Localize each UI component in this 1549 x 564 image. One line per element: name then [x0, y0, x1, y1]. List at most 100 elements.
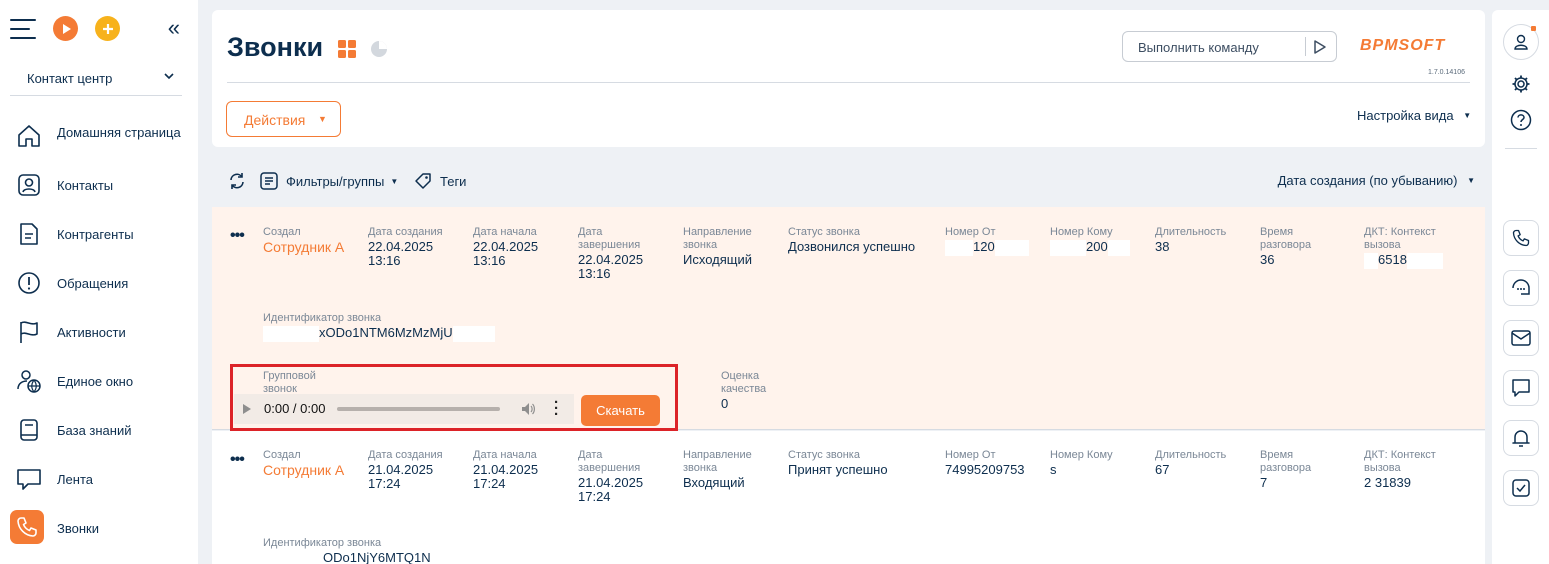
field-dkt: ДКТ: Контекст вызова 6518	[1364, 226, 1454, 269]
sidebar-item-label: Контакты	[57, 178, 114, 193]
sidebar-item-label: Единое окно	[57, 374, 134, 389]
more-options-icon[interactable]: •••	[230, 227, 245, 245]
command-separator	[1305, 37, 1306, 56]
redacted	[945, 240, 973, 256]
field-value: 13:16	[368, 253, 401, 268]
collapse-icon[interactable]: «	[168, 16, 180, 40]
field-label: Статус звонка	[788, 449, 860, 461]
field-value: 74995209753	[945, 462, 1025, 477]
phone-panel-button[interactable]	[1503, 220, 1539, 256]
field-label: ДКТ: Контекст вызова	[1364, 226, 1436, 251]
sort-button[interactable]: Дата создания (по убыванию) ▼	[1278, 173, 1475, 188]
sidebar-item-contacts[interactable]: Контакты	[10, 162, 190, 211]
field-label: Дата создания	[368, 226, 443, 238]
field-dkt: ДКТ: Контекст вызова 2 31839	[1364, 449, 1454, 490]
notifications-panel-button[interactable]	[1503, 420, 1539, 456]
field-value: 21.04.2025	[473, 462, 539, 477]
sidebar-item-home[interactable]: Домашняя страница	[10, 113, 190, 162]
volume-icon[interactable]	[520, 401, 536, 417]
version: 1.7.0.14106	[1428, 69, 1465, 76]
headset-chat-icon	[1512, 279, 1530, 295]
sidebar-item-accounts[interactable]: Контрагенты	[10, 211, 190, 260]
add-icon[interactable]	[95, 16, 120, 41]
field-label: Направление звонка	[683, 449, 752, 474]
field-quality: Оценка качества 0	[721, 370, 791, 411]
logo: BPMSOFT	[1360, 37, 1446, 54]
field-value: 17:24	[473, 476, 506, 491]
table-row[interactable]: ••• Создал Сотрудник А Дата создания 21.…	[212, 431, 1485, 564]
page-title: Звонки	[227, 32, 324, 62]
sidebar-item-activities[interactable]: Активности	[10, 309, 190, 358]
settings-button[interactable]	[1503, 66, 1539, 102]
view-settings-button[interactable]: Настройка вида ▼	[1357, 108, 1471, 123]
field-value: 6518	[1378, 252, 1407, 267]
chat-panel-button[interactable]	[1503, 370, 1539, 406]
sidebar-item-knowledge-base[interactable]: База знаний	[10, 407, 190, 456]
globe-user-icon	[14, 366, 44, 396]
field-value: 38	[1155, 239, 1170, 254]
workspace-select[interactable]: Контакт центр	[10, 61, 182, 96]
created-by-link[interactable]: Сотрудник А	[263, 240, 344, 254]
field-value: Исходящий	[683, 252, 752, 267]
sidebar-item-label: Домашняя страница	[57, 125, 181, 140]
tasks-panel-button[interactable]	[1503, 470, 1539, 506]
field-from: Номер От 120	[945, 226, 1029, 256]
redacted	[994, 240, 1029, 256]
actions-button[interactable]: Действия ▼	[226, 101, 341, 137]
sidebar-item-calls[interactable]: Звонки	[10, 505, 190, 554]
actions-label: Действия	[244, 112, 306, 128]
tags-label: Теги	[440, 173, 467, 189]
field-created-by: Создал Сотрудник А	[263, 449, 344, 477]
field-call-id: Идентификатор звонка ODo1NjY6MTQ1N	[263, 537, 431, 564]
field-label: Номер Кому	[1050, 226, 1113, 238]
play-icon[interactable]	[242, 403, 252, 415]
profile-button[interactable]	[1503, 24, 1539, 60]
field-direction: Направление звонка Исходящий	[683, 226, 773, 267]
flag-icon	[14, 317, 44, 347]
chat-icon	[1512, 379, 1530, 397]
book-icon	[14, 415, 44, 445]
phone-icon	[10, 510, 44, 544]
refresh-icon[interactable]	[228, 172, 246, 190]
alert-icon	[14, 268, 44, 298]
audio-player[interactable]: 0:00 / 0:00 · · ·	[234, 394, 574, 424]
more-options-icon[interactable]: •••	[230, 451, 245, 469]
play-app-icon[interactable]	[53, 16, 78, 41]
sidebar-item-single-window[interactable]: Единое окно	[10, 358, 190, 407]
help-button[interactable]	[1503, 102, 1539, 138]
created-by-link[interactable]: Сотрудник А	[263, 463, 344, 477]
field-status: Статус звонка Принят успешно	[788, 449, 888, 477]
menu-icon[interactable]	[10, 19, 36, 39]
field-value: 13:16	[578, 266, 611, 281]
field-label: Дата завершения	[578, 449, 641, 474]
caret-down-icon: ▼	[318, 114, 327, 124]
player-menu-icon[interactable]: · · ·	[554, 395, 559, 422]
sidebar-item-label: База знаний	[57, 423, 132, 438]
caret-down-icon: ▼	[390, 176, 399, 186]
filters-button[interactable]: Фильтры/группы ▼	[260, 172, 398, 190]
support-panel-button[interactable]	[1503, 270, 1539, 306]
pie-chart-icon[interactable]	[370, 40, 388, 58]
field-value: ODo1NjY6MTQ1N	[323, 550, 431, 564]
redacted	[1107, 240, 1130, 256]
redacted	[1050, 240, 1086, 256]
field-label: Создал	[263, 449, 301, 461]
grid-view-icon[interactable]	[338, 40, 356, 58]
run-icon[interactable]	[1313, 39, 1327, 55]
sidebar-item-feed[interactable]: Лента	[10, 456, 190, 505]
command-placeholder: Выполнить команду	[1138, 40, 1259, 55]
field-end-date: Дата завершения 21.04.2025 17:24	[578, 449, 650, 504]
tags-button[interactable]: Теги	[414, 172, 466, 190]
command-input[interactable]: Выполнить команду	[1122, 31, 1337, 62]
page-header: Звонки Выполнить команду BPMSOFT 1.7.0.1…	[212, 10, 1485, 147]
sidebar-item-cases[interactable]: Обращения	[10, 260, 190, 309]
field-label: Идентификатор звонка	[263, 537, 382, 549]
field-label: Номер От	[945, 226, 996, 238]
user-icon	[1514, 34, 1528, 50]
redacted	[452, 326, 495, 342]
email-panel-button[interactable]	[1503, 320, 1539, 356]
download-button[interactable]: Скачать	[581, 395, 660, 426]
notification-dot	[1531, 26, 1536, 31]
player-progress[interactable]	[337, 407, 500, 411]
field-label: Оценка качества	[721, 370, 767, 395]
